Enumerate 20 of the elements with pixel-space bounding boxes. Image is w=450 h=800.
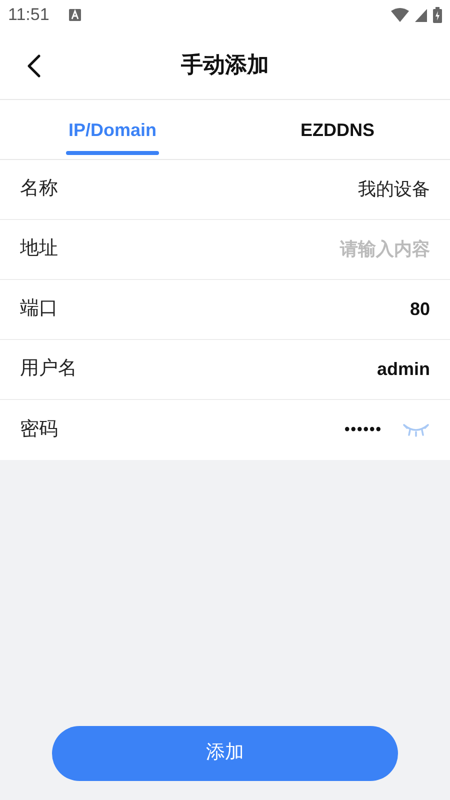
- field-label: 端口: [20, 297, 58, 322]
- field-label: 用户名: [20, 357, 77, 382]
- input-field[interactable]: 请输入内容: [230, 236, 430, 263]
- tab[interactable]: EZDDNS: [298, 100, 376, 160]
- add-button[interactable]: 添加: [52, 726, 398, 781]
- field-label: 名称: [20, 177, 58, 202]
- battery-icon: [433, 7, 442, 23]
- input-field[interactable]: 80: [230, 296, 430, 323]
- input-field[interactable]: 我的设备: [230, 176, 430, 203]
- password-field[interactable]: ••••••: [344, 418, 382, 442]
- back-icon[interactable]: [26, 54, 42, 78]
- tab[interactable]: IP/Domain: [66, 100, 158, 160]
- signal-icon: [415, 8, 427, 22]
- input-field[interactable]: admin: [230, 356, 430, 383]
- field-label: 地址: [20, 237, 58, 262]
- page-title: 手动添加: [181, 51, 269, 79]
- field-label: 密码: [20, 418, 58, 442]
- status-time: 11:51: [8, 4, 50, 26]
- keyboard-icon: [69, 9, 82, 21]
- wifi-icon: [391, 8, 409, 22]
